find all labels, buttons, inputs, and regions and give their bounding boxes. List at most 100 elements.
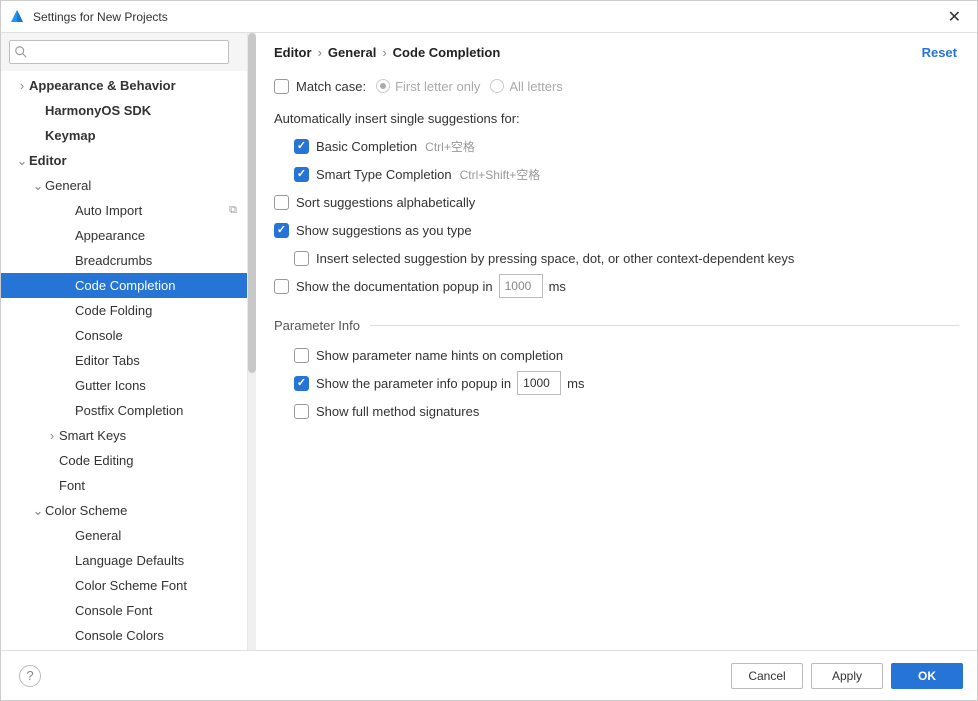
show-param-popup-label-post: ms bbox=[567, 376, 584, 391]
tree-item-label: Postfix Completion bbox=[75, 403, 247, 418]
doc-popup-ms-input[interactable] bbox=[499, 274, 543, 298]
sidebar-scrollbar[interactable] bbox=[248, 33, 256, 650]
smart-completion-checkbox[interactable] bbox=[294, 167, 309, 182]
insert-selected-checkbox[interactable] bbox=[294, 251, 309, 266]
show-param-hints-checkbox[interactable] bbox=[294, 348, 309, 363]
tree-item[interactable]: Color Scheme Font bbox=[1, 573, 247, 598]
tree-item-label: Keymap bbox=[45, 128, 247, 143]
show-full-sig-checkbox[interactable] bbox=[294, 404, 309, 419]
show-param-popup-label-pre: Show the parameter info popup in bbox=[316, 376, 511, 391]
tree-item-label: Color Scheme Font bbox=[75, 578, 247, 593]
chevron-right-icon: › bbox=[15, 78, 29, 93]
basic-completion-label: Basic Completion bbox=[316, 139, 417, 154]
close-button[interactable]: ✕ bbox=[940, 7, 969, 27]
breadcrumb-part: Code Completion bbox=[393, 45, 501, 60]
tree-item-label: Appearance & Behavior bbox=[29, 78, 247, 93]
chevron-down-icon: ⌄ bbox=[15, 153, 29, 169]
tree-item[interactable]: ⌄Editor bbox=[1, 148, 247, 173]
sidebar: ›Appearance & BehaviorHarmonyOS SDKKeyma… bbox=[1, 33, 248, 650]
all-letters-label: All letters bbox=[509, 79, 562, 94]
show-doc-label-pre: Show the documentation popup in bbox=[296, 279, 493, 294]
tree-item-label: Font bbox=[59, 478, 247, 493]
tree-item-label: HarmonyOS SDK bbox=[45, 103, 247, 118]
basic-completion-checkbox[interactable] bbox=[294, 139, 309, 154]
tree-item[interactable]: Console Font bbox=[1, 598, 247, 623]
tree-item[interactable]: Breadcrumbs bbox=[1, 248, 247, 273]
tree-item-label: Console Colors bbox=[75, 628, 247, 643]
tree-item[interactable]: ⌄Color Scheme bbox=[1, 498, 247, 523]
tree-item[interactable]: Code Folding bbox=[1, 298, 247, 323]
auto-insert-heading: Automatically insert single suggestions … bbox=[274, 111, 520, 126]
tree-item[interactable]: Console Colors bbox=[1, 623, 247, 648]
tree-item[interactable]: Keymap bbox=[1, 123, 247, 148]
breadcrumb-part[interactable]: General bbox=[328, 45, 376, 60]
tree-item[interactable]: Gutter Icons bbox=[1, 373, 247, 398]
first-letter-radio bbox=[376, 79, 390, 93]
tree-item-label: Language Defaults bbox=[75, 553, 247, 568]
tree-item-label: Appearance bbox=[75, 228, 247, 243]
titlebar: Settings for New Projects ✕ bbox=[1, 1, 977, 33]
tree-item[interactable]: ›Smart Keys bbox=[1, 423, 247, 448]
search-input[interactable] bbox=[9, 40, 229, 64]
reset-link[interactable]: Reset bbox=[922, 45, 957, 60]
sort-alpha-checkbox[interactable] bbox=[274, 195, 289, 210]
show-full-sig-label: Show full method signatures bbox=[316, 404, 479, 419]
tree-item-label: Editor Tabs bbox=[75, 353, 247, 368]
param-popup-ms-input[interactable] bbox=[517, 371, 561, 395]
tree-item[interactable]: Code Completion bbox=[1, 273, 247, 298]
show-doc-checkbox[interactable] bbox=[274, 279, 289, 294]
show-as-type-checkbox[interactable] bbox=[274, 223, 289, 238]
tree-item[interactable]: Font bbox=[1, 473, 247, 498]
window-title: Settings for New Projects bbox=[33, 10, 940, 24]
tree-item[interactable]: Appearance bbox=[1, 223, 247, 248]
tree-item[interactable]: Editor Tabs bbox=[1, 348, 247, 373]
help-button[interactable]: ? bbox=[19, 665, 41, 687]
show-as-type-label: Show suggestions as you type bbox=[296, 223, 472, 238]
first-letter-label: First letter only bbox=[395, 79, 480, 94]
match-case-checkbox[interactable] bbox=[274, 79, 289, 94]
tree-item-label: Code Folding bbox=[75, 303, 247, 318]
tree-item[interactable]: ⌄General bbox=[1, 173, 247, 198]
tree-item[interactable]: Code Editing bbox=[1, 448, 247, 473]
tree-item[interactable]: HarmonyOS SDK bbox=[1, 98, 247, 123]
tree-item-label: Smart Keys bbox=[59, 428, 247, 443]
breadcrumb: Editor › General › Code Completion bbox=[274, 45, 922, 60]
search-icon bbox=[14, 45, 28, 59]
project-scope-icon: ⧉ bbox=[229, 204, 237, 217]
smart-completion-hint: Ctrl+Shift+空格 bbox=[460, 166, 541, 183]
tree-item-label: Console bbox=[75, 328, 247, 343]
breadcrumb-part[interactable]: Editor bbox=[274, 45, 312, 60]
parameter-info-heading: Parameter Info bbox=[274, 318, 959, 333]
ok-button[interactable]: OK bbox=[891, 663, 963, 689]
sort-alpha-label: Sort suggestions alphabetically bbox=[296, 195, 475, 210]
all-letters-radio bbox=[490, 79, 504, 93]
chevron-down-icon: ⌄ bbox=[31, 503, 45, 519]
tree-item[interactable]: General bbox=[1, 523, 247, 548]
tree-item-label: General bbox=[75, 528, 247, 543]
chevron-down-icon: ⌄ bbox=[31, 178, 45, 194]
basic-completion-hint: Ctrl+空格 bbox=[425, 138, 475, 155]
tree-item-label: Color Scheme bbox=[45, 503, 247, 518]
tree-item-label: General bbox=[45, 178, 247, 193]
chevron-right-icon: › bbox=[45, 428, 59, 443]
tree-item-label: Breadcrumbs bbox=[75, 253, 247, 268]
tree-item-label: Code Completion bbox=[75, 278, 247, 293]
show-param-hints-label: Show parameter name hints on completion bbox=[316, 348, 563, 363]
app-icon bbox=[9, 9, 25, 25]
match-case-label: Match case: bbox=[296, 79, 366, 94]
tree-item[interactable]: ›Appearance & Behavior bbox=[1, 73, 247, 98]
cancel-button[interactable]: Cancel bbox=[731, 663, 803, 689]
tree-item-label: Editor bbox=[29, 153, 247, 168]
insert-selected-label: Insert selected suggestion by pressing s… bbox=[316, 251, 794, 266]
smart-completion-label: Smart Type Completion bbox=[316, 167, 452, 182]
show-param-popup-checkbox[interactable] bbox=[294, 376, 309, 391]
tree-item[interactable]: Postfix Completion bbox=[1, 398, 247, 423]
tree-item[interactable]: Language Defaults bbox=[1, 548, 247, 573]
tree-item[interactable]: Auto Import⧉ bbox=[1, 198, 247, 223]
tree-item[interactable]: Console bbox=[1, 323, 247, 348]
search-field[interactable] bbox=[30, 45, 224, 59]
settings-tree[interactable]: ›Appearance & BehaviorHarmonyOS SDKKeyma… bbox=[1, 71, 247, 650]
apply-button[interactable]: Apply bbox=[811, 663, 883, 689]
footer: ? Cancel Apply OK bbox=[1, 650, 977, 700]
tree-item-label: Auto Import bbox=[75, 203, 247, 218]
